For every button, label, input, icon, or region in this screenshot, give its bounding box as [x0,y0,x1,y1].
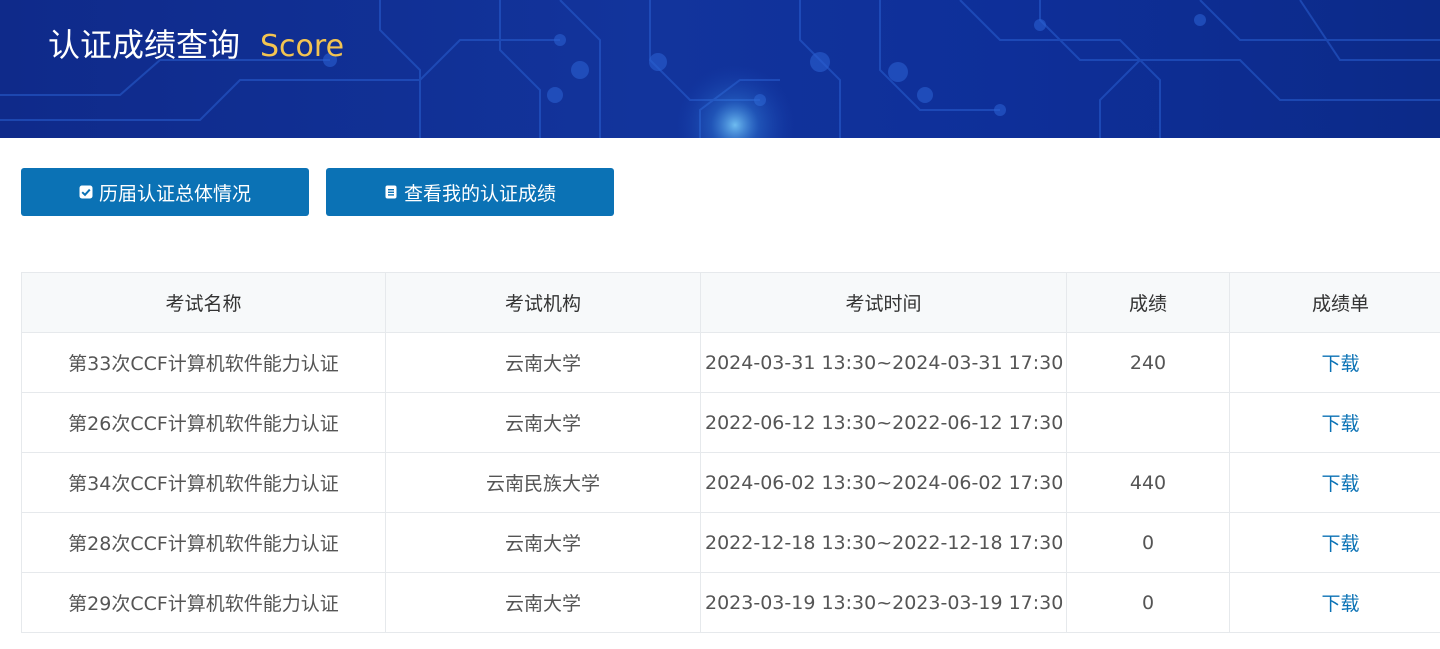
table-row: 第26次CCF计算机软件能力认证 云南大学 2022-06-12 13:30~2… [21,392,1440,453]
download-link[interactable]: 下载 [1321,593,1359,615]
time-cell: 2023-03-19 13:30~2023-03-19 17:30 [700,572,1067,633]
exam-name-cell: 第29次CCF计算机软件能力认证 [21,572,386,633]
history-overview-label: 历届认证总体情况 [98,182,251,205]
score-cell: 240 [1066,332,1230,393]
page-subtitle: Score [260,29,345,64]
time-cell: 2022-12-18 13:30~2022-12-18 17:30 [700,512,1067,573]
download-link[interactable]: 下载 [1321,473,1359,495]
report-cell: 下载 [1229,572,1440,633]
score-cell: 0 [1066,512,1230,573]
header-banner: 认证成绩查询 Score [0,0,1440,138]
page-title-text: 认证成绩查询 [48,26,241,64]
my-scores-button[interactable]: 查看我的认证成绩 [326,168,614,216]
download-link[interactable]: 下载 [1321,533,1359,555]
history-overview-button[interactable]: 历届认证总体情况 [21,168,309,216]
org-cell: 云南大学 [385,392,701,453]
report-cell: 下载 [1229,452,1440,513]
exam-name-cell: 第33次CCF计算机软件能力认证 [21,332,386,393]
column-header-exam-name: 考试名称 [21,272,386,333]
table-row: 第33次CCF计算机软件能力认证 云南大学 2024-03-31 13:30~2… [21,332,1440,393]
score-cell: 440 [1066,452,1230,513]
score-cell [1066,392,1230,453]
org-cell: 云南大学 [385,572,701,633]
table-row: 第34次CCF计算机软件能力认证 云南民族大学 2024-06-02 13:30… [21,452,1440,513]
download-link[interactable]: 下载 [1321,353,1359,375]
my-scores-label: 查看我的认证成绩 [403,182,556,205]
column-header-score: 成绩 [1066,272,1230,333]
download-link[interactable]: 下载 [1321,413,1359,435]
time-cell: 2024-06-02 13:30~2024-06-02 17:30 [700,452,1067,513]
report-cell: 下载 [1229,392,1440,453]
document-icon [384,185,398,199]
table-header-row: 考试名称 考试机构 考试时间 成绩 成绩单 [21,272,1440,333]
column-header-org: 考试机构 [385,272,701,333]
checkbox-icon [79,185,93,199]
table-row: 第28次CCF计算机软件能力认证 云南大学 2022-12-18 13:30~2… [21,512,1440,573]
time-cell: 2024-03-31 13:30~2024-03-31 17:30 [700,332,1067,393]
column-header-report: 成绩单 [1229,272,1440,333]
scores-table: 考试名称 考试机构 考试时间 成绩 成绩单 第33次CCF计算机软件能力认证 云… [21,272,1440,633]
org-cell: 云南大学 [385,512,701,573]
org-cell: 云南大学 [385,332,701,393]
page-title: 认证成绩查询 Score [48,20,344,66]
org-cell: 云南民族大学 [385,452,701,513]
exam-name-cell: 第26次CCF计算机软件能力认证 [21,392,386,453]
time-cell: 2022-06-12 13:30~2022-06-12 17:30 [700,392,1067,453]
column-header-time: 考试时间 [700,272,1067,333]
report-cell: 下载 [1229,332,1440,393]
score-cell: 0 [1066,572,1230,633]
exam-name-cell: 第28次CCF计算机软件能力认证 [21,512,386,573]
exam-name-cell: 第34次CCF计算机软件能力认证 [21,452,386,513]
report-cell: 下载 [1229,512,1440,573]
table-row: 第29次CCF计算机软件能力认证 云南大学 2023-03-19 13:30~2… [21,572,1440,633]
